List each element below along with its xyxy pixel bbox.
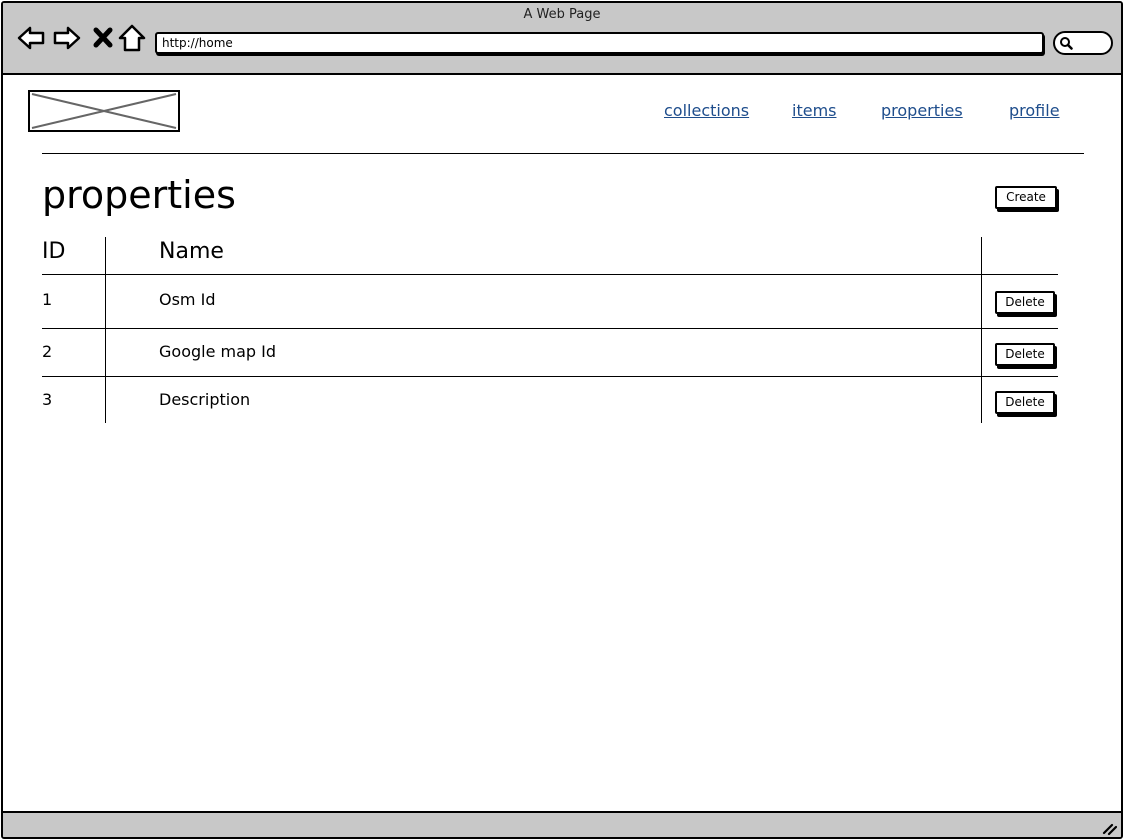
nav-link-properties[interactable]: properties (881, 101, 963, 120)
search-icon (1060, 37, 1073, 50)
column-header-id: ID (42, 239, 66, 264)
delete-button[interactable]: Delete (995, 343, 1055, 366)
home-icon[interactable] (117, 23, 147, 53)
row-name: Description (159, 390, 251, 409)
url-input[interactable]: http://home (155, 32, 1044, 54)
row-name: Osm Id (159, 290, 216, 309)
nav-link-profile[interactable]: profile (1009, 101, 1060, 120)
nav-link-collections[interactable]: collections (664, 101, 749, 120)
delete-button[interactable]: Delete (995, 391, 1055, 414)
row-divider (42, 328, 1058, 329)
close-x-icon[interactable] (89, 23, 119, 53)
back-arrow-icon[interactable] (16, 23, 46, 53)
header-divider (42, 153, 1084, 154)
row-divider (42, 376, 1058, 377)
browser-window: A Web Page http://home collections items (1, 1, 1123, 839)
forward-arrow-icon[interactable] (52, 23, 82, 53)
browser-toolbar: A Web Page http://home (3, 3, 1121, 75)
delete-button[interactable]: Delete (995, 291, 1055, 314)
row-id: 3 (42, 390, 53, 409)
resize-grip-icon[interactable] (1101, 820, 1117, 836)
nav-link-items[interactable]: items (792, 101, 836, 120)
status-bar (3, 811, 1121, 837)
row-id: 2 (42, 342, 53, 361)
column-divider (105, 237, 106, 423)
search-box[interactable] (1053, 31, 1113, 55)
row-divider (42, 274, 1058, 275)
row-id: 1 (42, 290, 53, 309)
column-divider (981, 237, 982, 423)
window-title: A Web Page (523, 7, 601, 22)
page-title: properties (42, 173, 236, 217)
column-header-name: Name (159, 239, 224, 264)
create-button[interactable]: Create (995, 186, 1057, 209)
row-name: Google map Id (159, 342, 277, 361)
logo-placeholder (28, 90, 180, 132)
